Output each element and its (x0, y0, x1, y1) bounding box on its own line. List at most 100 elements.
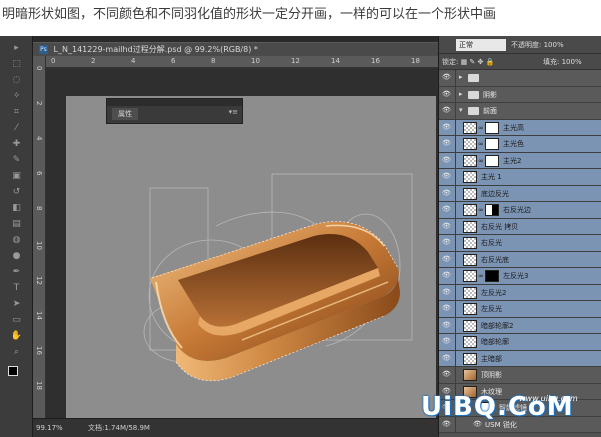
properties-panel[interactable]: 属性 ▾≡ (106, 98, 243, 124)
layer-name[interactable]: 右反光底 (481, 252, 509, 268)
path-select-tool-icon[interactable]: ➤ (8, 298, 25, 311)
layer-thumbnail[interactable] (463, 237, 477, 249)
visibility-eye-icon[interactable]: 👁 (442, 140, 451, 147)
layer-thumbnail[interactable] (463, 319, 477, 332)
color-swatches-icon[interactable] (8, 366, 25, 379)
layer-name[interactable]: 顶阴影 (481, 367, 502, 383)
layer-thumbnail[interactable] (463, 369, 477, 381)
layer-mask-thumbnail[interactable] (485, 204, 499, 216)
properties-panel-titlebar[interactable] (107, 99, 242, 106)
blend-mode-select[interactable]: 正常 (456, 39, 506, 51)
properties-tab[interactable]: 属性 (112, 108, 138, 120)
visibility-eye-icon[interactable]: 👁 (442, 239, 451, 246)
layer-row[interactable]: 👁 右反光底 (439, 251, 601, 268)
visibility-eye-icon[interactable]: 👁 (442, 338, 451, 345)
mask-link-icon[interactable]: ∞ (478, 206, 484, 214)
visibility-eye-icon[interactable]: 👁 (442, 288, 451, 296)
layer-row[interactable]: 👁 ∞ 主光色 (439, 136, 601, 153)
visibility-eye-icon[interactable]: 👁 (442, 272, 451, 279)
visibility-eye-icon[interactable]: 👁 (442, 107, 451, 114)
visibility-eye-icon[interactable]: 👁 (442, 156, 451, 164)
gradient-tool-icon[interactable]: ▤ (8, 218, 25, 231)
layer-name[interactable]: 前面 (483, 103, 497, 119)
layer-thumbnail[interactable] (463, 204, 477, 216)
lock-controls[interactable]: 锁定: ▦ ✎ ✥ 🔒 (442, 57, 494, 67)
layer-row[interactable]: 👁 右反光 (439, 235, 601, 252)
visibility-eye-icon[interactable]: 👁 (442, 305, 451, 312)
layer-thumbnail[interactable] (463, 286, 477, 299)
layer-row[interactable]: 👁 ▸ 阴影 (439, 86, 601, 103)
layer-thumbnail[interactable] (463, 138, 477, 150)
layer-row[interactable]: 👁 ∞ 左反光3 (439, 268, 601, 285)
lock-icons[interactable]: ▦ ✎ ✥ 🔒 (461, 58, 495, 66)
mask-link-icon[interactable]: ∞ (478, 157, 484, 165)
marquee-tool-icon[interactable]: ⬚ (8, 58, 25, 71)
layer-mask-thumbnail[interactable] (485, 138, 499, 150)
layer-name[interactable]: 主光高 (503, 120, 524, 136)
layer-row[interactable]: 👁 左反光2 (439, 284, 601, 301)
visibility-eye-icon[interactable]: 👁 (442, 222, 451, 230)
hand-tool-icon[interactable]: ✋ (8, 330, 25, 343)
visibility-eye-icon[interactable]: 👁 (442, 189, 451, 197)
layer-row[interactable]: 👁 ▾ 前面 (439, 103, 601, 120)
document-tab[interactable]: Ps L_N_141229-mailhd过程分解.psd @ 99.2%(RGB… (33, 42, 438, 56)
layer-row[interactable]: 👁 左反光 (439, 301, 601, 318)
layer-row[interactable]: 👁 底边反光 (439, 185, 601, 202)
visibility-eye-icon[interactable]: 👁 (442, 354, 451, 362)
layer-row[interactable]: 👁 ∞ 主光2 (439, 152, 601, 169)
layer-name[interactable]: 暗部轮廓2 (481, 318, 513, 334)
layer-row[interactable]: 👁 顶阴影 (439, 367, 601, 384)
layer-mask-thumbnail[interactable] (485, 121, 499, 134)
blur-tool-icon[interactable]: ◍ (8, 234, 25, 247)
group-disclosure-icon[interactable]: ▾ (459, 106, 463, 114)
visibility-eye-icon[interactable]: 👁 (442, 173, 451, 180)
layer-row[interactable]: 👁 暗部轮廓2 (439, 317, 601, 334)
vertical-ruler[interactable]: 0 2 4 6 8 10 12 14 16 18 (33, 56, 46, 418)
layer-row[interactable]: 👁 ∞ 右反光边 (439, 202, 601, 219)
layer-name[interactable]: 右反光 拷贝 (481, 219, 518, 235)
layer-thumbnail[interactable] (463, 352, 477, 365)
visibility-eye-icon[interactable]: 👁 (442, 255, 451, 263)
layer-row[interactable]: 👁 ∞ 主光高 (439, 119, 601, 136)
layer-name[interactable]: 阴影 (483, 87, 497, 103)
layer-thumbnail[interactable] (463, 154, 477, 167)
group-disclosure-icon[interactable]: ▸ (459, 73, 463, 81)
layer-name[interactable]: 暗部轮廓 (481, 334, 509, 350)
layer-name[interactable]: 主暗部 (481, 351, 502, 367)
healing-tool-icon[interactable]: ✚ (8, 138, 25, 151)
move-tool-icon[interactable]: ▸ (8, 42, 25, 55)
mask-link-icon[interactable]: ∞ (478, 140, 484, 148)
layer-name[interactable]: 右反光边 (503, 202, 531, 218)
layer-name[interactable]: 主光 1 (481, 169, 502, 185)
layer-thumbnail[interactable] (463, 270, 477, 282)
eyedropper-tool-icon[interactable]: ⁄ (8, 122, 25, 135)
zoom-tool-icon[interactable]: ⌕ (8, 346, 25, 359)
pen-tool-icon[interactable]: ✒ (8, 266, 25, 279)
layer-thumbnail[interactable] (463, 303, 477, 315)
eraser-tool-icon[interactable]: ◧ (8, 202, 25, 215)
fill-value[interactable]: 100% (562, 58, 582, 66)
stamp-tool-icon[interactable]: ▣ (8, 170, 25, 183)
visibility-eye-icon[interactable]: 👁 (442, 123, 451, 131)
history-brush-tool-icon[interactable]: ↺ (8, 186, 25, 199)
layer-row[interactable]: 👁 右反光 拷贝 (439, 218, 601, 235)
mask-link-icon[interactable]: ∞ (478, 124, 484, 132)
layer-thumbnail[interactable] (463, 253, 477, 266)
opacity-value[interactable]: 100% (544, 41, 564, 49)
document-canvas[interactable] (66, 96, 436, 418)
brush-tool-icon[interactable]: ✎ (8, 154, 25, 167)
visibility-eye-icon[interactable]: 👁 (442, 371, 451, 378)
type-tool-icon[interactable]: T (8, 282, 25, 295)
visibility-eye-icon[interactable]: 👁 (442, 321, 451, 329)
layer-thumbnail[interactable] (463, 187, 477, 200)
layer-name[interactable]: 底边反光 (481, 186, 509, 202)
opacity-control[interactable]: 不透明度: 100% (511, 40, 564, 50)
layer-row[interactable]: 👁 主光 1 (439, 169, 601, 186)
layer-row[interactable]: 👁 主暗部 (439, 350, 601, 367)
layer-name[interactable]: 左反光3 (503, 268, 528, 284)
layer-mask-thumbnail[interactable] (485, 154, 499, 167)
layer-name[interactable]: 主光色 (503, 136, 524, 152)
quick-select-tool-icon[interactable]: ✧ (8, 90, 25, 103)
layer-thumbnail[interactable] (463, 121, 477, 134)
panel-menu-icon[interactable]: ▾≡ (229, 108, 238, 116)
